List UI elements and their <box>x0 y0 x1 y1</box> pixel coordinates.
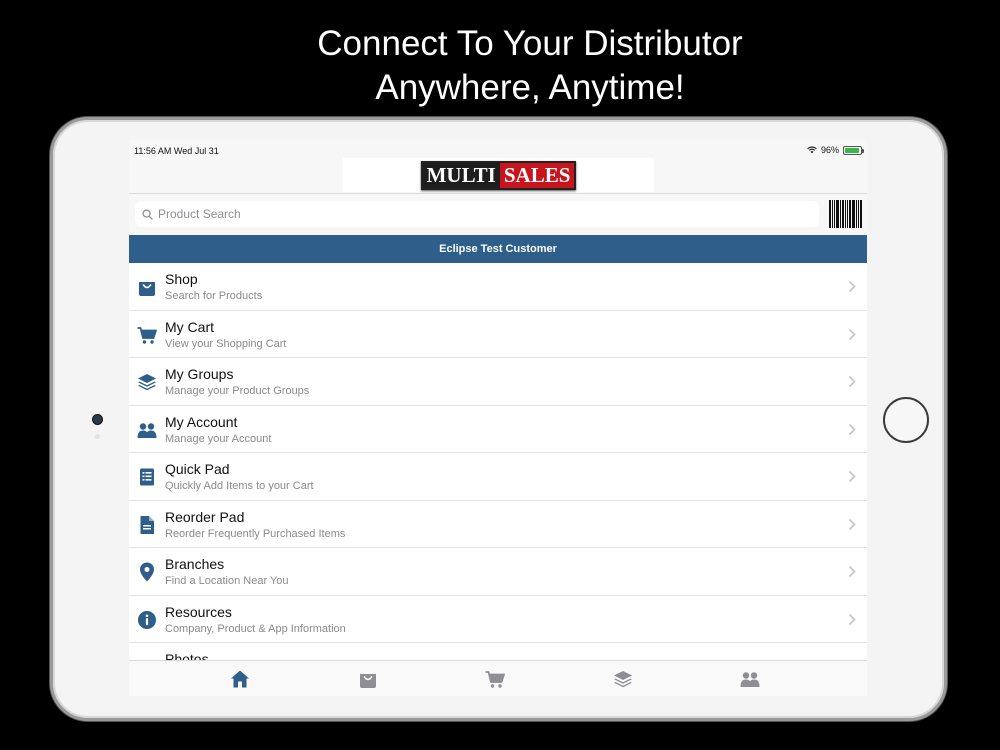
layers-icon[interactable] <box>613 669 633 689</box>
search-icon <box>142 208 153 220</box>
barcode-bar <box>858 200 859 228</box>
info-icon <box>138 610 156 629</box>
menu-item-my-cart[interactable]: My Cart View your Shopping Cart <box>129 310 867 358</box>
menu-item-title: Photos <box>165 651 209 660</box>
barcode-bar <box>842 200 844 228</box>
chevron-right-icon <box>848 470 856 483</box>
barcode-bar <box>832 200 833 228</box>
menu-item-photos[interactable]: Photos <box>129 643 867 660</box>
customer-name: Eclipse Test Customer <box>439 243 557 255</box>
cart-icon <box>137 326 157 344</box>
headline: Connect To Your Distributor Anywhere, An… <box>0 22 1000 110</box>
chevron-right-icon <box>848 565 856 578</box>
chevron-right-icon <box>848 613 856 625</box>
barcode-bar <box>856 200 857 228</box>
app-screen: 11:56 AM Wed Jul 31 96% MULTI SALES Prod… <box>129 140 867 696</box>
barcode-bar <box>849 200 851 228</box>
menu-item-subtitle: Quickly Add Items to your Cart <box>165 480 314 492</box>
shopping-bag-icon[interactable] <box>358 669 378 689</box>
logo-text-sales: SALES <box>499 162 575 188</box>
main-menu-list: Shop Search for Products My Cart View yo… <box>129 263 867 660</box>
menu-item-subtitle: Find a Location Near You <box>165 575 289 587</box>
battery-percent: 96% <box>820 145 839 155</box>
barcode-bar <box>860 200 862 228</box>
customer-banner: Eclipse Test Customer <box>129 235 867 263</box>
menu-item-title: Quick Pad <box>165 461 230 477</box>
menu-item-subtitle: Search for Products <box>165 290 263 302</box>
document-icon <box>140 515 154 534</box>
chevron-right-icon <box>848 280 856 293</box>
barcode-bar <box>829 200 831 228</box>
menu-item-title: My Cart <box>165 318 214 335</box>
menu-item-subtitle: Company, Product & App Information <box>165 622 346 635</box>
barcode-bar <box>845 200 846 228</box>
chevron-right-icon <box>848 328 856 340</box>
menu-item-resources[interactable]: Resources Company, Product & App Informa… <box>129 595 867 643</box>
barcode-bar <box>836 200 839 228</box>
menu-item-subtitle: Reorder Frequently Purchased Items <box>165 527 346 540</box>
cart-icon[interactable] <box>485 669 505 689</box>
menu-item-title: Branches <box>165 556 225 572</box>
menu-item-title: Resources <box>165 603 232 620</box>
logo-text-multi: MULTI <box>422 162 500 188</box>
sensor-dot <box>95 434 100 439</box>
menu-item-subtitle: Manage your Product Groups <box>165 385 310 397</box>
barcode-bar <box>847 200 848 228</box>
battery-fill <box>845 147 860 153</box>
product-search-field[interactable] <box>135 201 819 227</box>
menu-item-title: Shop <box>165 271 198 287</box>
menu-item-my-account[interactable]: My Account Manage your Account <box>129 405 867 453</box>
chevron-right-icon <box>848 375 856 388</box>
barcode-scan-icon[interactable] <box>829 200 862 228</box>
header-divider <box>129 193 867 194</box>
headline-line-2: Anywhere, Anytime! <box>375 68 685 107</box>
wifi-icon <box>807 146 817 154</box>
product-search-input[interactable] <box>158 207 798 221</box>
chevron-right-icon <box>848 518 856 530</box>
menu-item-title: Reorder Pad <box>165 508 245 525</box>
barcode-bar <box>840 200 841 228</box>
battery-icon <box>843 145 864 155</box>
home-icon[interactable] <box>230 669 250 689</box>
menu-item-branches[interactable]: Branches Find a Location Near You <box>129 548 867 596</box>
status-indicators: 96% <box>807 145 864 155</box>
camera-icon <box>92 414 103 425</box>
status-time: 11:56 AM Wed Jul 31 <box>134 146 219 156</box>
brand-logo: MULTI SALES <box>420 160 577 190</box>
tab-bar <box>129 660 867 696</box>
barcode-bar <box>852 200 855 228</box>
barcode-bar <box>834 200 835 228</box>
menu-item-my-groups[interactable]: My Groups Manage your Product Groups <box>129 358 867 406</box>
users-icon[interactable] <box>740 669 760 689</box>
layers-icon <box>138 374 156 391</box>
map-pin-icon <box>140 562 154 582</box>
menu-item-subtitle: View your Shopping Cart <box>165 337 287 350</box>
menu-item-title: My Groups <box>165 366 234 382</box>
headline-line-1: Connect To Your Distributor <box>317 24 743 63</box>
chevron-right-icon <box>848 423 856 435</box>
menu-item-reorder-pad[interactable]: Reorder Pad Reorder Frequently Purchased… <box>129 500 867 548</box>
home-button[interactable] <box>883 397 929 443</box>
shopping-bag-icon <box>139 282 155 296</box>
status-bar: 11:56 AM Wed Jul 31 96% <box>129 140 867 160</box>
users-icon <box>137 422 157 438</box>
menu-item-quick-pad[interactable]: Quick Pad Quickly Add Items to your Cart <box>129 453 867 501</box>
menu-item-title: My Account <box>165 413 238 430</box>
list-icon <box>140 468 154 486</box>
menu-item-shop[interactable]: Shop Search for Products <box>129 263 867 311</box>
menu-item-subtitle: Manage your Account <box>165 432 272 445</box>
brand-logo-area: MULTI SALES <box>343 158 654 192</box>
